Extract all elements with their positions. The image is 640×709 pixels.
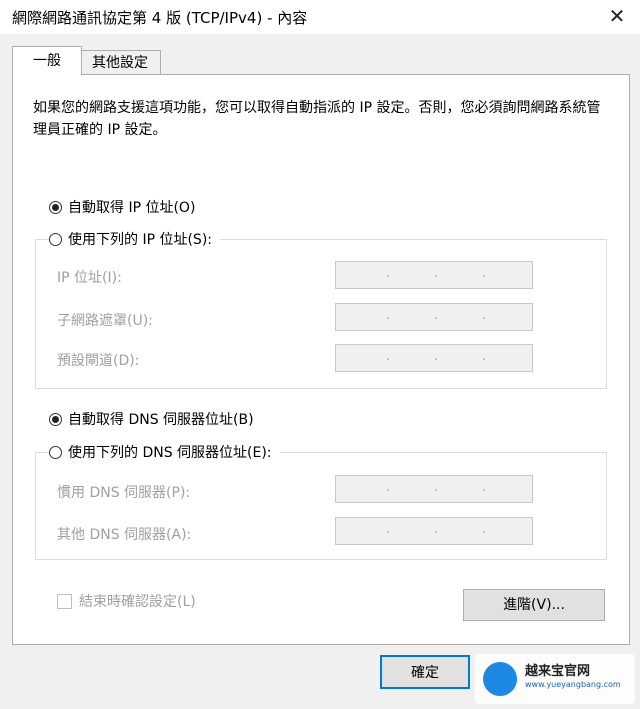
alternate-dns-input[interactable]: . . . xyxy=(335,517,533,545)
watermark: 越来宝官网 www.yueyangbang.com xyxy=(475,654,635,704)
ip-manual-label: 使用下列的 IP 位址(S): xyxy=(68,232,212,248)
dns-auto-radio[interactable]: 自動取得 DNS 伺服器位址(B) xyxy=(49,409,254,429)
preferred-dns-label: 慣用 DNS 伺服器(P): xyxy=(57,485,191,501)
ip-auto-label: 自動取得 IP 位址(O) xyxy=(68,200,196,216)
tab-general[interactable]: 一般 xyxy=(12,46,82,75)
subnet-mask-input[interactable]: . . . xyxy=(335,303,533,331)
tab-other-settings[interactable]: 其他設定 xyxy=(80,50,161,76)
watermark-text: 越来宝官网 xyxy=(525,664,591,679)
dns-auto-label: 自動取得 DNS 伺服器位址(B) xyxy=(68,412,254,428)
subnet-mask-label: 子網路遮罩(U): xyxy=(57,313,153,329)
preferred-dns-input[interactable]: . . . xyxy=(335,475,533,503)
watermark-url: www.yueyangbang.com xyxy=(525,680,621,689)
description-text: 如果您的網路支援這項功能，您可以取得自動指派的 IP 設定。否則，您必須詢問網路… xyxy=(33,100,601,138)
watermark-logo-icon xyxy=(483,662,517,696)
title-bar: 網際網路通訊協定第 4 版 (TCP/IPv4) - 內容 ✕ xyxy=(0,0,640,34)
default-gateway-label: 預設閘道(D): xyxy=(57,353,140,369)
window-title: 網際網路通訊協定第 4 版 (TCP/IPv4) - 內容 xyxy=(12,9,308,27)
radio-unchecked-icon xyxy=(49,445,62,459)
ip-address-input[interactable]: . . . xyxy=(335,261,533,289)
radio-checked-icon xyxy=(49,412,62,426)
close-icon[interactable]: ✕ xyxy=(604,3,630,29)
radio-unchecked-icon xyxy=(49,232,62,246)
dns-manual-radio[interactable]: 使用下列的 DNS 伺服器位址(E): xyxy=(49,442,280,462)
ip-auto-radio[interactable]: 自動取得 IP 位址(O) xyxy=(49,197,195,217)
ip-address-label: IP 位址(I): xyxy=(57,270,122,286)
alternate-dns-label: 其他 DNS 伺服器(A): xyxy=(57,527,192,543)
checkbox-unchecked-icon xyxy=(57,593,72,609)
tab-panel-general: 如果您的網路支援這項功能，您可以取得自動指派的 IP 設定。否則，您必須詢問網路… xyxy=(12,74,630,645)
dns-manual-label: 使用下列的 DNS 伺服器位址(E): xyxy=(68,445,272,461)
ok-button[interactable]: 確定 xyxy=(380,655,470,689)
validate-settings-checkbox[interactable]: 結束時確認設定(L) xyxy=(57,591,196,611)
advanced-button[interactable]: 進階(V)... xyxy=(463,589,605,621)
default-gateway-input[interactable]: . . . xyxy=(335,344,533,372)
radio-checked-icon xyxy=(49,200,62,214)
ip-manual-radio[interactable]: 使用下列的 IP 位址(S): xyxy=(49,229,220,249)
validate-settings-label: 結束時確認設定(L) xyxy=(79,594,196,610)
